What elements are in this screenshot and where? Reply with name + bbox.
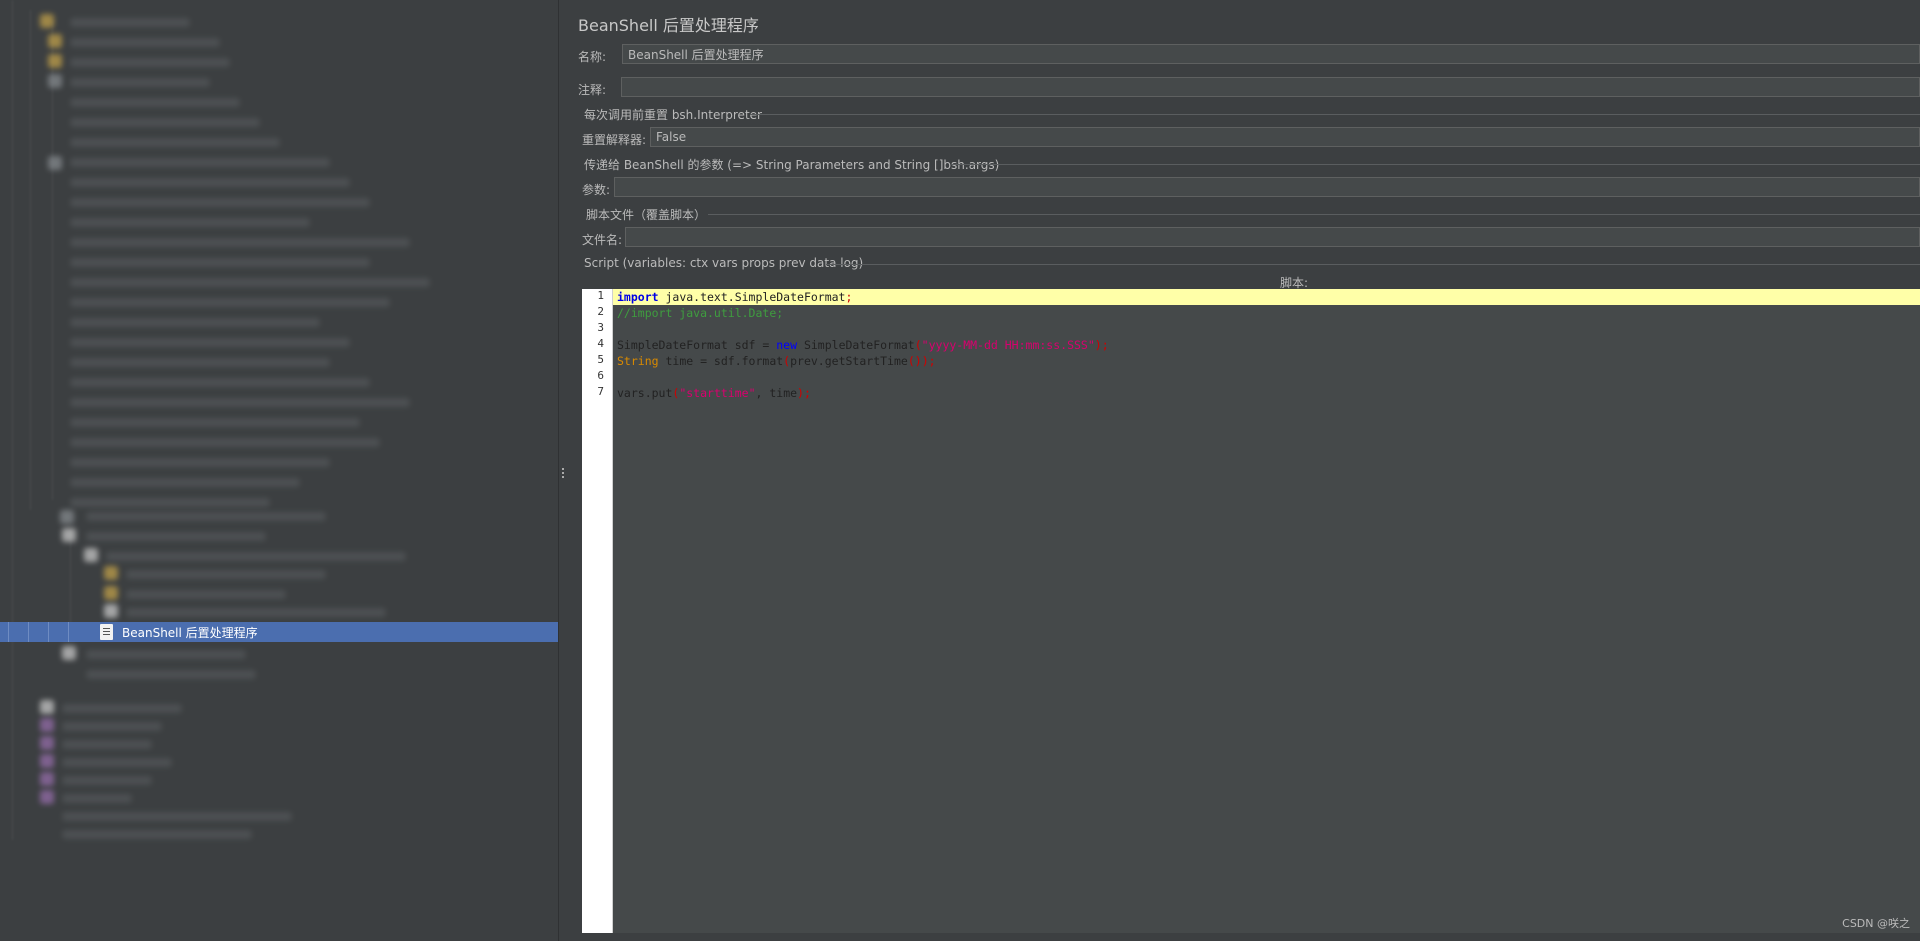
comment-input[interactable]	[621, 77, 1920, 97]
line-number: 6	[597, 369, 604, 382]
code-line: import java.text.SimpleDateFormat;	[617, 290, 853, 304]
line-number: 4	[597, 337, 604, 350]
line-number: 2	[597, 305, 604, 318]
name-label: 名称:	[578, 50, 607, 64]
filename-input[interactable]	[625, 227, 1920, 247]
drag-handle-icon	[562, 468, 564, 470]
code-line: vars.put("starttime", time);	[617, 386, 811, 400]
beanshell-postprocessor-panel: BeanShell 后置处理程序 名称: 注释: 每次调用前重置 bsh.Int…	[568, 0, 1920, 941]
line-number: 1	[597, 289, 604, 302]
line-number-gutter: 1 2 3 4 5 6 7	[582, 289, 613, 933]
tree-item-beanshell-postprocessor[interactable]: BeanShell 后置处理程序	[0, 622, 558, 642]
script-editor[interactable]: 1 2 3 4 5 6 7 import java.text.SimpleDat…	[582, 289, 1920, 933]
tree-item-label: BeanShell 后置处理程序	[122, 626, 258, 640]
line-number: 5	[597, 353, 604, 366]
name-input[interactable]	[622, 44, 1920, 64]
script-section-title: Script (variables: ctx vars props prev d…	[584, 256, 864, 270]
script-file-section-title: 脚本文件（覆盖脚本）	[586, 208, 707, 222]
code-line: //import java.util.Date;	[617, 306, 784, 320]
line-number: 7	[597, 385, 604, 398]
comment-label: 注释:	[578, 83, 607, 97]
params-label: 参数:	[582, 183, 611, 197]
params-input[interactable]	[614, 177, 1920, 197]
line-number: 3	[597, 321, 604, 334]
test-plan-tree[interactable]: BeanShell 后置处理程序	[0, 0, 558, 941]
filename-label: 文件名:	[582, 233, 623, 247]
page-title: BeanShell 后置处理程序	[578, 16, 759, 35]
reset-interpreter-select[interactable]: False	[650, 127, 1920, 147]
code-line: String time = sdf.format(prev.getStartTi…	[617, 354, 936, 368]
reset-section-title: 每次调用前重置 bsh.Interpreter	[584, 108, 762, 122]
reset-interpreter-value: False	[656, 130, 687, 144]
watermark: CSDN @咲之	[1842, 917, 1910, 930]
code-area[interactable]: import java.text.SimpleDateFormat; //imp…	[613, 289, 1920, 933]
code-line: SimpleDateFormat sdf = new SimpleDateFor…	[617, 338, 1109, 352]
reset-interpreter-label: 重置解释器:	[582, 133, 647, 147]
script-document-icon	[100, 624, 113, 640]
params-section-title: 传递给 BeanShell 的参数 (=> String Parameters …	[584, 158, 1000, 172]
blurred-folder-icon	[40, 14, 54, 28]
